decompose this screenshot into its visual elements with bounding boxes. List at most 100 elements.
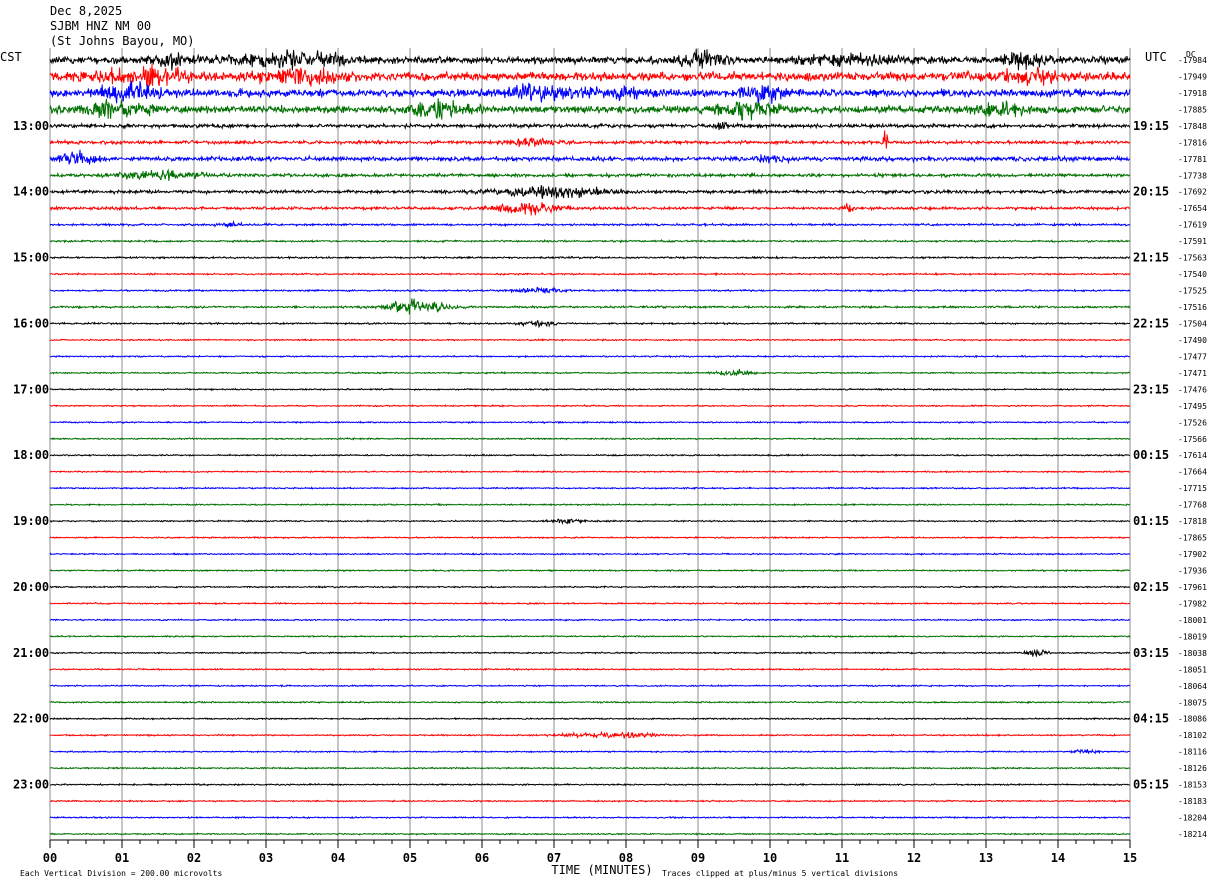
x-tick-label: 04	[331, 851, 345, 865]
x-tick-label: 02	[187, 851, 201, 865]
dc-offset-label: -18102	[1178, 731, 1207, 740]
seismic-trace	[49, 368, 1131, 377]
utc-hour-label: 03:15	[1133, 646, 1169, 660]
dc-offset-label: -17936	[1178, 567, 1207, 576]
seismic-trace	[49, 285, 1131, 295]
seismic-trace	[49, 220, 1131, 229]
seismic-trace	[50, 436, 1131, 441]
seismic-trace	[49, 420, 1131, 425]
cst-hour-label: 14:00	[13, 185, 49, 199]
right-axis-label: UTC	[1145, 50, 1167, 64]
seismic-trace	[49, 486, 1131, 491]
minute-grid	[49, 48, 1131, 840]
utc-hour-label: 22:15	[1133, 316, 1169, 330]
seismic-trace	[49, 80, 1131, 104]
dc-offset-label: -18075	[1178, 698, 1207, 707]
dc-offset-label: -17816	[1178, 138, 1207, 147]
utc-hour-label: 05:15	[1133, 778, 1169, 792]
utc-hour-label: 02:15	[1133, 580, 1169, 594]
dc-offset-label: -18064	[1178, 682, 1207, 691]
seismic-trace	[49, 667, 1131, 672]
seismic-trace	[50, 782, 1131, 787]
seismic-trace	[49, 130, 1131, 149]
dc-offset-label: -17865	[1178, 534, 1207, 543]
dc-offset-label: -17614	[1178, 451, 1207, 460]
seismic-trace	[49, 185, 1131, 199]
seismic-traces	[49, 48, 1131, 836]
dc-offset-label: -17591	[1178, 237, 1207, 246]
seismic-trace	[49, 64, 1131, 88]
axis-labels: -17984-17949-17918-17885-17848-17816-177…	[0, 50, 1207, 878]
dc-offset-label: -17715	[1178, 484, 1207, 493]
utc-hour-label: 01:15	[1133, 514, 1169, 528]
dc-offset-label: -17525	[1178, 287, 1207, 296]
cst-hour-label: 23:00	[13, 778, 49, 792]
dc-header-label: DC	[1186, 50, 1196, 59]
cst-hour-label: 20:00	[13, 580, 49, 594]
utc-hour-label: 20:15	[1133, 185, 1169, 199]
dc-offset-label: -17961	[1178, 583, 1207, 592]
x-tick-label: 06	[475, 851, 489, 865]
utc-hour-label: 21:15	[1133, 251, 1169, 265]
x-tick-label: 13	[979, 851, 993, 865]
x-tick-label: 12	[907, 851, 921, 865]
seismic-trace	[49, 121, 1131, 131]
seismic-trace	[49, 149, 1131, 165]
utc-hour-label: 19:15	[1133, 119, 1169, 133]
seismic-trace	[49, 387, 1131, 392]
seismic-trace	[49, 716, 1131, 721]
cst-hour-label: 15:00	[13, 251, 49, 265]
dc-offset-label: -17504	[1178, 319, 1207, 328]
x-tick-label: 14	[1051, 851, 1065, 865]
seismic-trace	[49, 502, 1131, 507]
utc-hour-label: 00:15	[1133, 448, 1169, 462]
dc-offset-label: -17848	[1178, 122, 1207, 131]
x-tick-label: 05	[403, 851, 417, 865]
seismic-trace	[49, 684, 1131, 688]
dc-offset-label: -18204	[1178, 814, 1207, 823]
seismic-trace	[49, 601, 1131, 606]
dc-offset-label: -17566	[1178, 435, 1207, 444]
x-tick-label: 03	[259, 851, 273, 865]
dc-offset-label: -17619	[1178, 221, 1207, 230]
cst-hour-label: 19:00	[13, 514, 49, 528]
dc-offset-label: -18001	[1178, 616, 1207, 625]
seismic-trace	[49, 799, 1131, 803]
dc-offset-label: -17768	[1178, 501, 1207, 510]
dc-offset-label: -17781	[1178, 155, 1207, 164]
seismic-trace	[49, 298, 1131, 315]
dc-offset-label: -17540	[1178, 270, 1207, 279]
x-tick-label: 10	[763, 851, 777, 865]
cst-hour-label: 22:00	[13, 712, 49, 726]
dc-offset-label: -17738	[1178, 171, 1207, 180]
helicorder-plot: -17984-17949-17918-17885-17848-17816-177…	[0, 48, 1207, 878]
dc-offset-label: -17654	[1178, 204, 1207, 213]
seismic-trace	[49, 634, 1131, 639]
vertical-division-note: Each Vertical Division = 200.00 microvol…	[20, 869, 222, 878]
dc-offset-label: -17477	[1178, 352, 1207, 361]
seismic-trace	[49, 338, 1131, 342]
dc-offset-label: -17516	[1178, 303, 1207, 312]
seismic-trace	[49, 700, 1131, 705]
seismic-trace	[49, 618, 1131, 622]
seismic-trace	[49, 255, 1131, 260]
seismic-trace	[49, 403, 1131, 408]
x-tick-label: 15	[1123, 851, 1137, 865]
seismic-trace	[49, 730, 1131, 740]
seismic-trace	[49, 832, 1131, 836]
cst-hour-label: 17:00	[13, 382, 49, 396]
seismic-trace	[49, 469, 1130, 474]
dc-offset-label: -18126	[1178, 764, 1207, 773]
cst-hour-label: 21:00	[13, 646, 49, 660]
dc-offset-label: -18019	[1178, 632, 1207, 641]
x-tick-label: 09	[691, 851, 705, 865]
seismic-trace	[49, 319, 1131, 329]
dc-offset-label: -17495	[1178, 402, 1207, 411]
dc-offset-label: -17664	[1178, 468, 1207, 477]
seismic-trace	[49, 354, 1131, 359]
dc-offset-label: -17818	[1178, 517, 1207, 526]
x-tick-label: 00	[43, 851, 57, 865]
cst-hour-label: 18:00	[13, 448, 49, 462]
cst-hour-label: 13:00	[13, 119, 49, 133]
dc-offset-label: -18153	[1178, 781, 1207, 790]
